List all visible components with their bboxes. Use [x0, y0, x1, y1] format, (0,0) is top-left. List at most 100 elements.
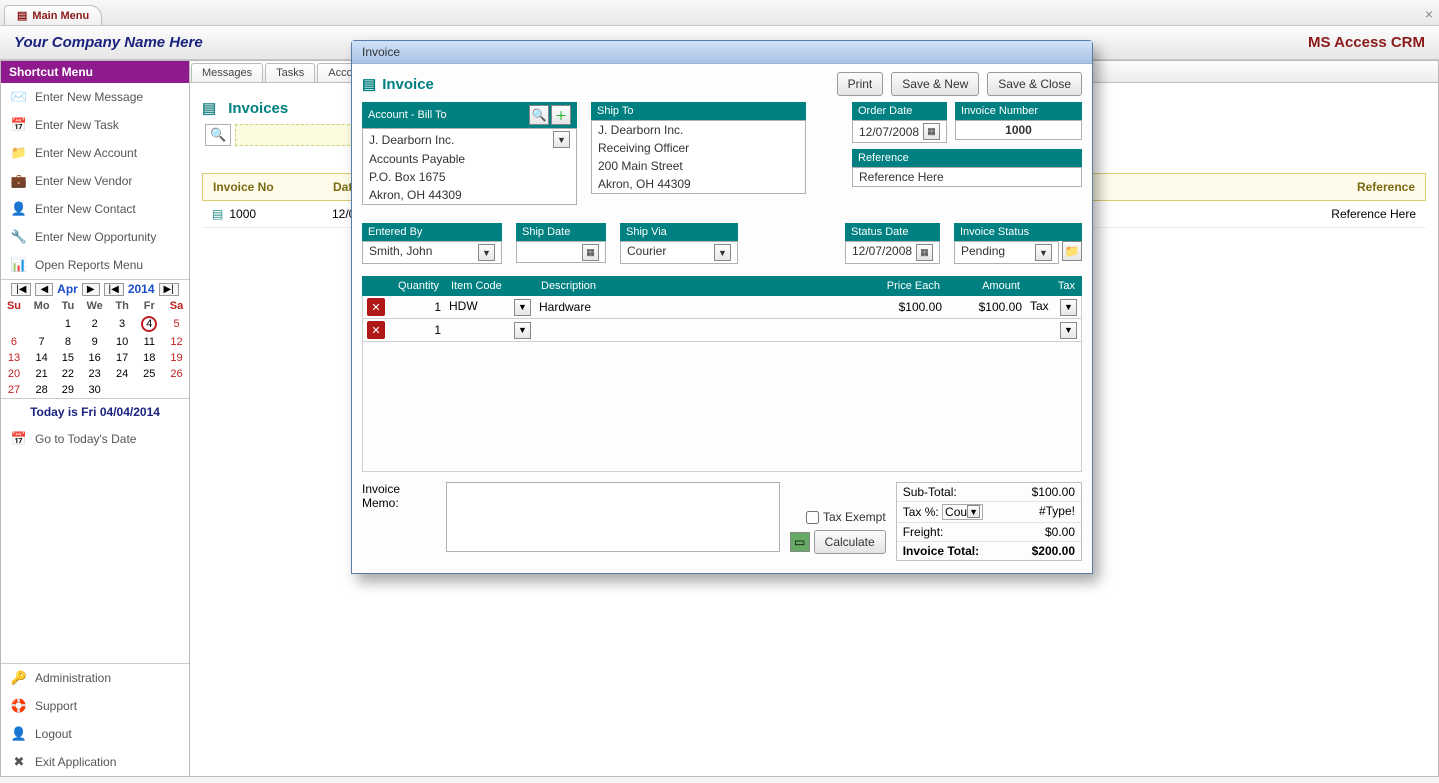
col-amount: Amount	[946, 277, 1026, 295]
cal-day[interactable]: 4	[135, 314, 165, 334]
sidebar-item-3[interactable]: 💼Enter New Vendor	[1, 167, 189, 195]
dropdown-icon[interactable]: ▼	[478, 244, 495, 261]
sidebar-icon: 🔧	[11, 229, 27, 245]
taxpct-select[interactable]: Cou	[945, 505, 967, 519]
memo-input[interactable]	[446, 482, 779, 552]
sidebar-bottom-item-2[interactable]: 👤Logout	[1, 720, 189, 748]
goto-today[interactable]: 📅 Go to Today's Date	[1, 425, 189, 453]
cell-price[interactable]	[866, 328, 946, 332]
cell-code[interactable]	[449, 322, 514, 339]
dialog-form-label: Invoice	[382, 76, 434, 93]
cal-day[interactable]: 20	[1, 366, 27, 382]
sidebar-item-2[interactable]: 📁Enter New Account	[1, 139, 189, 167]
sidebar-item-5[interactable]: 🔧Enter New Opportunity	[1, 223, 189, 251]
cal-day[interactable]: 21	[27, 366, 56, 382]
grid-row[interactable]: ✕1HDW▼Hardware$100.00$100.00Tax▼	[362, 296, 1082, 319]
cal-day[interactable]: 3	[110, 314, 135, 334]
cal-day[interactable]: 8	[56, 334, 79, 350]
lookup-icon[interactable]: 🔍	[529, 105, 549, 125]
sidebar-item-0[interactable]: ✉️Enter New Message	[1, 83, 189, 111]
cal-day[interactable]: 15	[56, 350, 79, 366]
tab-messages[interactable]: Messages	[191, 63, 263, 82]
sidebar-item-6[interactable]: 📊Open Reports Menu	[1, 251, 189, 279]
cal-day[interactable]: 19	[164, 350, 189, 366]
cell-tax[interactable]	[1030, 322, 1060, 339]
calendar-icon[interactable]: ▦	[916, 244, 933, 261]
cell-desc[interactable]	[535, 328, 866, 332]
cell-qty[interactable]: 1	[385, 298, 445, 316]
sidebar-item-label: Enter New Vendor	[35, 174, 132, 188]
dropdown-icon[interactable]: ▼	[514, 299, 531, 316]
delete-row-icon[interactable]: ✕	[367, 298, 385, 316]
invoice-number-header: Invoice Number	[955, 102, 1082, 120]
folder-icon[interactable]: 📁	[1062, 241, 1082, 261]
tab-tasks[interactable]: Tasks	[265, 63, 315, 82]
cal-day[interactable]: 6	[1, 334, 27, 350]
add-icon[interactable]: ＋	[551, 105, 571, 125]
cal-day[interactable]: 18	[135, 350, 165, 366]
sidebar-bottom-item-3[interactable]: ✖Exit Application	[1, 748, 189, 776]
dropdown-icon[interactable]: ▼	[714, 244, 731, 261]
cal-day[interactable]: 11	[135, 334, 165, 350]
ship-date-value[interactable]	[523, 244, 582, 260]
print-button[interactable]: Print	[837, 72, 884, 96]
cal-day[interactable]: 1	[56, 314, 79, 334]
calendar-icon[interactable]: ▦	[582, 244, 599, 261]
grid-row[interactable]: ✕1 ▼ ▼	[362, 319, 1082, 342]
calendar-icon[interactable]: ▦	[923, 123, 940, 140]
cal-day[interactable]: 10	[110, 334, 135, 350]
save-new-button[interactable]: Save & New	[891, 72, 979, 96]
cal-day[interactable]: 13	[1, 350, 27, 366]
cal-prev-year-2[interactable]: |◀	[104, 283, 124, 296]
app-tab-main-menu[interactable]: ▤ Main Menu	[4, 5, 102, 25]
cal-day[interactable]: 2	[80, 314, 110, 334]
cell-price[interactable]: $100.00	[866, 298, 946, 316]
cell-desc[interactable]: Hardware	[535, 298, 866, 316]
sidebar-bottom-item-0[interactable]: 🔑Administration	[1, 664, 189, 692]
cell-tax[interactable]: Tax	[1030, 299, 1060, 316]
cal-day[interactable]: 26	[164, 366, 189, 382]
cal-day[interactable]: 12	[164, 334, 189, 350]
cell-qty[interactable]: 1	[385, 321, 445, 339]
cal-day[interactable]: 23	[80, 366, 110, 382]
dropdown-icon[interactable]: ▼	[967, 505, 980, 518]
sidebar-bottom-item-1[interactable]: 🛟Support	[1, 692, 189, 720]
cal-day[interactable]: 16	[80, 350, 110, 366]
delete-row-icon[interactable]: ✕	[367, 321, 385, 339]
reference-value[interactable]: Reference Here	[852, 167, 1082, 187]
cal-day[interactable]: 14	[27, 350, 56, 366]
cal-day[interactable]: 17	[110, 350, 135, 366]
sidebar-item-1[interactable]: 📅Enter New Task	[1, 111, 189, 139]
cal-day[interactable]: 24	[110, 366, 135, 382]
cal-day[interactable]: 7	[27, 334, 56, 350]
save-close-button[interactable]: Save & Close	[987, 72, 1082, 96]
invoice-status-value: Pending	[961, 244, 1035, 261]
cal-next-month[interactable]: ▶	[82, 283, 100, 296]
dropdown-icon[interactable]: ▼	[1060, 299, 1077, 316]
ship-via-header: Ship Via	[620, 223, 738, 241]
cal-day[interactable]: 28	[27, 382, 56, 398]
sidebar-item-label: Enter New Message	[35, 90, 143, 104]
cal-day	[135, 382, 165, 398]
search-icon[interactable]: 🔍	[205, 124, 231, 146]
search-input[interactable]	[235, 124, 365, 146]
cal-prev-month[interactable]: ◀	[35, 283, 53, 296]
cell-code[interactable]: HDW	[449, 299, 514, 316]
calculate-button[interactable]: Calculate	[814, 530, 886, 554]
close-icon[interactable]: ×	[1425, 6, 1433, 22]
cal-prev-year[interactable]: |◀	[11, 283, 31, 296]
dropdown-icon[interactable]: ▼	[514, 322, 531, 339]
dropdown-icon[interactable]: ▼	[1035, 244, 1052, 261]
sidebar-item-4[interactable]: 👤Enter New Contact	[1, 195, 189, 223]
cal-day[interactable]: 30	[80, 382, 110, 398]
cal-day[interactable]: 27	[1, 382, 27, 398]
cal-day[interactable]: 25	[135, 366, 165, 382]
cal-day[interactable]: 9	[80, 334, 110, 350]
dropdown-icon[interactable]: ▼	[553, 131, 570, 148]
dropdown-icon[interactable]: ▼	[1060, 322, 1077, 339]
cal-day[interactable]: 22	[56, 366, 79, 382]
tax-exempt-checkbox[interactable]: Tax Exempt	[806, 510, 886, 524]
cal-next-year[interactable]: ▶|	[159, 283, 179, 296]
cal-day[interactable]: 5	[164, 314, 189, 334]
cal-day[interactable]: 29	[56, 382, 79, 398]
